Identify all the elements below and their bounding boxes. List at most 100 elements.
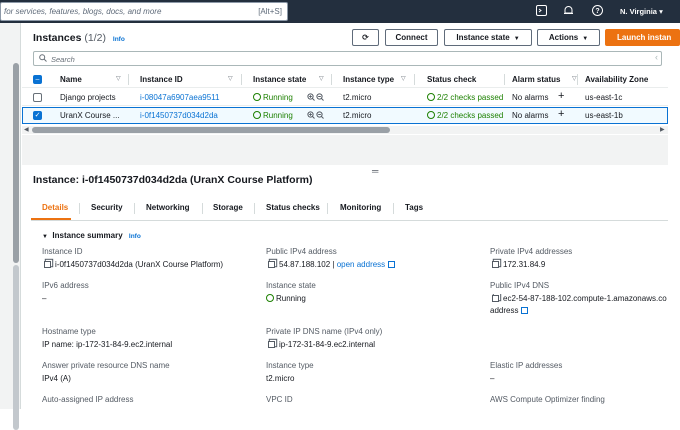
zoom-icons[interactable] — [307, 93, 325, 103]
tab-divider — [79, 203, 80, 214]
region-label: N. Virginia — [620, 7, 657, 16]
sidebar — [0, 23, 21, 430]
global-search-input[interactable]: for services, features, blogs, docs, and… — [0, 2, 288, 21]
column-instance-id[interactable]: Instance ID — [140, 75, 183, 84]
column-status-check[interactable]: Status check — [427, 75, 476, 84]
horizontal-scrollbar[interactable]: ◀ ▶ — [22, 126, 668, 134]
value-text: 172.31.84.9 — [503, 260, 546, 269]
info-link[interactable]: Info — [129, 233, 141, 240]
table-row[interactable]: Django projects i-08047a6907aea9511 Runn… — [22, 89, 668, 106]
search-icon — [39, 54, 47, 64]
field-label: Answer private resource DNS name — [42, 361, 170, 370]
field-label: Instance ID — [42, 247, 83, 256]
tab-divider — [134, 203, 135, 214]
tab-networking[interactable]: Networking — [146, 203, 190, 212]
chevron-down-icon: ▾ — [659, 7, 663, 16]
column-divider[interactable] — [414, 74, 415, 85]
bell-icon[interactable] — [562, 5, 575, 18]
tab-tags[interactable]: Tags — [405, 203, 423, 212]
address-link[interactable]: address — [490, 306, 518, 315]
select-all-checkbox[interactable]: – — [33, 75, 42, 84]
status-check-label: 2/2 checks passed — [437, 111, 504, 120]
instance-state-button[interactable]: Instance state ▼ — [444, 29, 532, 46]
info-link[interactable]: Info — [113, 36, 125, 43]
column-alarm-status[interactable]: Alarm status — [512, 75, 560, 84]
row-checkbox[interactable]: ✓ — [33, 111, 42, 120]
instance-id-value: i-0f1450737d034d2da (UranX Course Platfo… — [44, 260, 223, 269]
instance-id-link[interactable]: i-08047a6907aea9511 — [140, 93, 219, 102]
copy-icon[interactable] — [268, 261, 275, 268]
actions-button[interactable]: Actions ▼ — [537, 29, 600, 46]
column-divider[interactable] — [331, 74, 332, 85]
alarm-status: No alarms — [512, 93, 549, 102]
tab-security[interactable]: Security — [91, 203, 123, 212]
scrollbar-thumb[interactable] — [32, 127, 390, 133]
public-dns-open-link[interactable]: address — [490, 306, 529, 315]
launch-instances-button[interactable]: Launch instan — [605, 29, 680, 46]
column-instance-type[interactable]: Instance type — [343, 75, 394, 84]
instance-state-label: Instance state — [456, 33, 510, 42]
open-address-link[interactable]: open address — [337, 260, 385, 269]
zoom-icons[interactable] — [307, 111, 325, 121]
sort-icon[interactable]: ▽ — [401, 75, 406, 82]
chevron-left-icon[interactable]: ‹ — [655, 52, 658, 62]
instances-search-input[interactable]: Search — [33, 51, 662, 66]
connect-button[interactable]: Connect — [385, 29, 438, 46]
add-alarm-icon[interactable]: + — [558, 108, 564, 120]
check-circle-icon — [253, 93, 261, 101]
field-label: Elastic IP addresses — [490, 361, 563, 370]
external-link-icon[interactable] — [388, 261, 396, 268]
sort-icon[interactable]: ▽ — [319, 75, 324, 82]
vertical-scrollbar[interactable] — [13, 63, 19, 263]
instance-summary-header[interactable]: ▼ Instance summary Info — [42, 231, 141, 240]
row-checkbox[interactable] — [33, 93, 42, 102]
tab-status-checks[interactable]: Status checks — [266, 203, 320, 212]
help-icon[interactable]: ? — [591, 5, 604, 18]
tab-storage[interactable]: Storage — [213, 203, 243, 212]
cloudshell-icon[interactable] — [535, 5, 548, 18]
copy-icon[interactable] — [44, 261, 51, 268]
vertical-scrollbar-lower[interactable] — [13, 265, 19, 430]
value-text: 54.87.188.102 — [279, 260, 331, 269]
copy-icon[interactable] — [492, 295, 499, 302]
region-selector[interactable]: N. Virginia ▾ — [620, 7, 663, 16]
status-check-label: 2/2 checks passed — [437, 93, 504, 102]
copy-icon[interactable] — [268, 341, 275, 348]
external-link-icon[interactable] — [521, 307, 529, 314]
scroll-left-icon[interactable]: ◀ — [24, 126, 29, 133]
active-tab-indicator — [31, 218, 71, 220]
search-placeholder: for services, features, blogs, docs, and… — [4, 7, 162, 16]
tab-monitoring[interactable]: Monitoring — [340, 203, 381, 212]
column-divider[interactable] — [128, 74, 129, 85]
sort-icon[interactable]: ▽ — [116, 75, 121, 82]
column-divider[interactable] — [577, 74, 578, 85]
instance-state-value: Running — [266, 294, 306, 303]
column-availability-zone[interactable]: Availability Zone — [585, 75, 648, 84]
top-navigation-bar: for services, features, blogs, docs, and… — [0, 0, 680, 23]
column-name[interactable]: Name — [60, 75, 82, 84]
state-label: Running — [263, 111, 293, 120]
caret-down-icon: ▼ — [582, 36, 589, 42]
sort-icon[interactable]: ▽ — [228, 75, 233, 82]
field-label: Private IP DNS name (IPv4 only) — [266, 327, 383, 336]
table-row-selected[interactable]: ✓ UranX Course ... i-0f1450737d034d2da R… — [22, 107, 668, 124]
refresh-button[interactable]: ⟳ — [352, 29, 379, 46]
drag-handle-icon[interactable]: ═ — [372, 166, 378, 176]
actions-label: Actions — [548, 33, 579, 42]
instance-name: UranX Course ... — [60, 111, 120, 120]
instance-type: t2.micro — [343, 93, 372, 102]
column-instance-state[interactable]: Instance state — [253, 75, 306, 84]
field-label: Instance type — [266, 361, 314, 370]
sort-icon[interactable]: ▽ — [572, 75, 577, 82]
copy-icon[interactable] — [492, 261, 499, 268]
add-alarm-icon[interactable]: + — [558, 90, 564, 102]
value-text: i-0f1450737d034d2da (UranX Course Platfo… — [55, 260, 224, 269]
field-label: VPC ID — [266, 395, 293, 404]
instance-detail-title: Instance: i-0f1450737d034d2da (UranX Cou… — [33, 174, 313, 186]
scroll-right-icon[interactable]: ▶ — [660, 126, 665, 133]
tab-details[interactable]: Details — [42, 203, 68, 212]
detail-tabs: Details Security Networking Storage Stat… — [31, 197, 668, 221]
instance-id-link[interactable]: i-0f1450737d034d2da — [140, 111, 218, 120]
column-divider[interactable] — [504, 74, 505, 85]
column-divider[interactable] — [241, 74, 242, 85]
